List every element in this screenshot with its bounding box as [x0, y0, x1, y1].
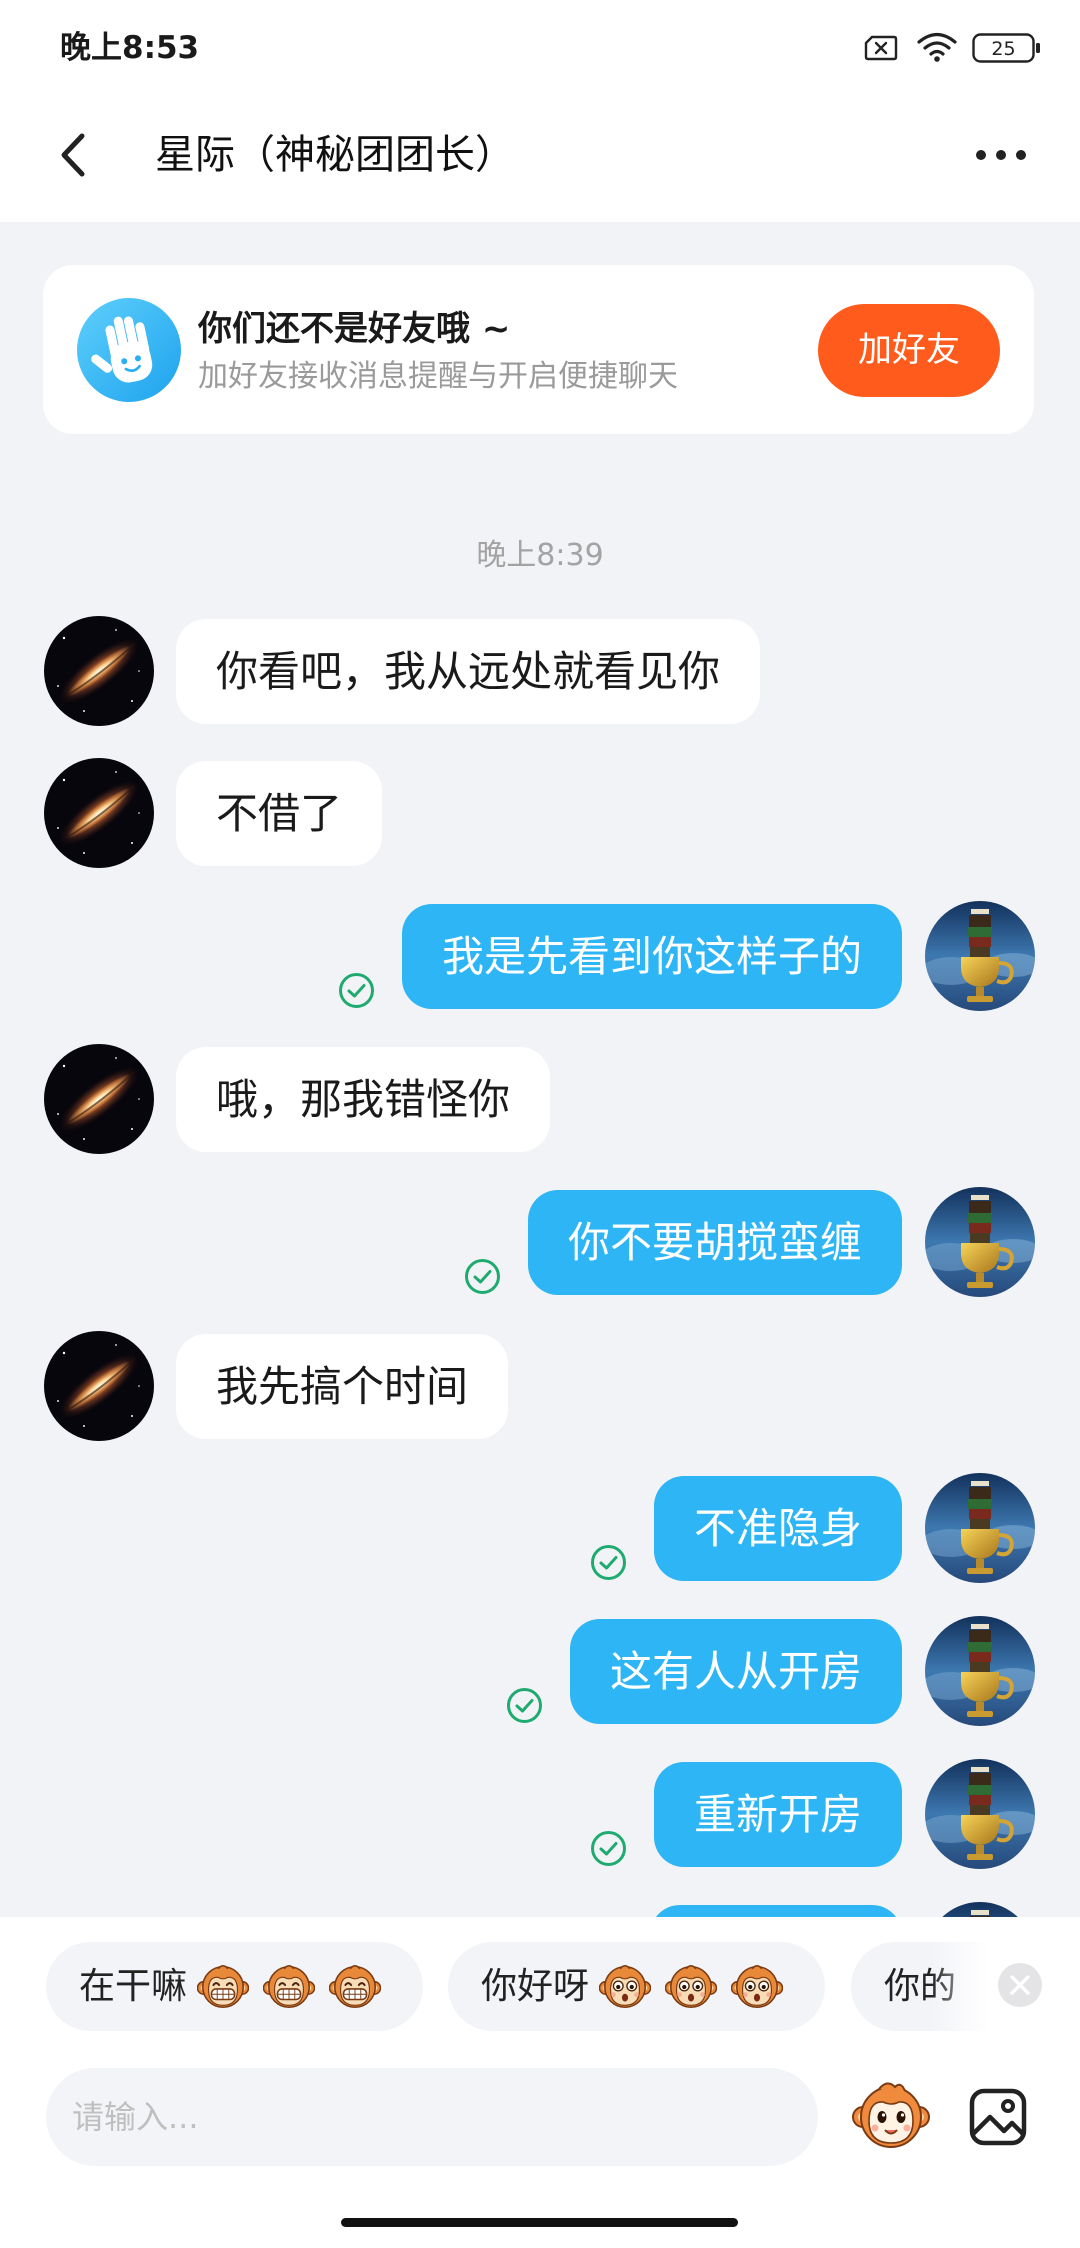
chevron-left-icon[interactable] [52, 130, 102, 180]
contact-avatar[interactable] [44, 616, 154, 726]
quick-reply-chip[interactable]: 你好呀 [448, 1942, 825, 2031]
status-time: 晚上8:53 [60, 30, 200, 66]
message-input[interactable] [72, 2068, 792, 2166]
message-bubble[interactable]: 不借了 [176, 761, 383, 866]
message-input-container [46, 2068, 818, 2166]
contact-avatar[interactable] [44, 758, 154, 868]
contact-avatar[interactable] [44, 1331, 154, 1441]
quick-reply-text: 你好呀 [481, 1965, 590, 2007]
banner-subtitle: 加好友接收消息提醒与开启便捷聊天 [198, 359, 678, 394]
grinning-monkey-icon [197, 1961, 249, 2013]
quick-reply-chip[interactable]: 在干嘛 [46, 1942, 423, 2031]
add-friend-button[interactable]: 加好友 [818, 304, 1000, 397]
wifi-icon [917, 32, 957, 62]
check-circle-icon [506, 1687, 543, 1724]
message-row-outgoing: 这有人从开房 [0, 1619, 1080, 1724]
message-row-incoming: 你看吧，我从远处就看见你 [0, 619, 1080, 724]
bottom-panel: 在干嘛 你好呀 你的 [0, 1917, 1080, 2248]
banner-title: 你们还不是好友哦 ~ [198, 309, 511, 349]
message-bubble[interactable]: 重新开房 [653, 1762, 902, 1867]
battery-level-text: 25 [991, 38, 1015, 60]
my-avatar[interactable] [925, 901, 1035, 1011]
monkey-sticker-icon[interactable] [851, 2077, 931, 2157]
message-row-outgoing: 我是先看到你这样子的 [0, 904, 1080, 1009]
message-row-incoming: 哦，那我错怪你 [0, 1047, 1080, 1152]
my-avatar[interactable] [925, 1473, 1035, 1583]
message-bubble[interactable]: 我是先看到你这样子的 [401, 904, 902, 1009]
add-friend-banner: 你们还不是好友哦 ~ 加好友接收消息提醒与开启便捷聊天 加好友 [43, 265, 1034, 434]
surprised-monkey-icon [731, 1961, 783, 2013]
contact-avatar[interactable] [44, 1044, 154, 1154]
message-bubble[interactable]: 哦，那我错怪你 [176, 1047, 551, 1152]
message-row-outgoing: 重新开房 [0, 1762, 1080, 1867]
my-avatar[interactable] [925, 1616, 1035, 1726]
more-horizontal-icon[interactable] [970, 140, 1032, 170]
check-circle-icon [338, 972, 375, 1009]
check-circle-icon [590, 1544, 627, 1581]
message-row-incoming: 我先搞个时间 [0, 1334, 1080, 1439]
grinning-monkey-icon [329, 1961, 381, 2013]
waving-hand-icon [77, 298, 181, 402]
close-circle-icon[interactable] [997, 1962, 1043, 2008]
message-timestamp: 晚上8:39 [476, 538, 604, 573]
surprised-monkey-icon [599, 1961, 651, 2013]
home-indicator[interactable] [341, 2218, 738, 2227]
grinning-monkey-icon [263, 1961, 315, 2013]
message-row-outgoing: 不准隐身 [0, 1476, 1080, 1581]
message-bubble[interactable]: 你看吧，我从远处就看见你 [176, 619, 761, 724]
sim-no-service-icon [864, 35, 898, 61]
message-row-outgoing: 你不要胡搅蛮缠 [0, 1190, 1080, 1295]
chip-fade-overlay [931, 1942, 991, 2031]
check-circle-icon [464, 1258, 501, 1295]
my-avatar[interactable] [925, 1187, 1035, 1297]
image-icon[interactable] [968, 2087, 1028, 2147]
battery-icon: 25 [972, 33, 1040, 63]
message-bubble[interactable]: 我先搞个时间 [176, 1334, 509, 1439]
message-bubble[interactable]: 这有人从开房 [569, 1619, 902, 1724]
quick-reply-text: 在干嘛 [79, 1965, 188, 2007]
message-bubble[interactable]: 不准隐身 [653, 1476, 902, 1581]
my-avatar[interactable] [925, 1759, 1035, 1869]
check-circle-icon [590, 1830, 627, 1867]
top-bar: 晚上8:53 25 星际（神秘团团长） [0, 0, 1080, 222]
message-row-incoming: 不借了 [0, 761, 1080, 866]
page-title: 星际（神秘团团长） [155, 132, 515, 178]
surprised-monkey-icon [665, 1961, 717, 2013]
message-bubble[interactable]: 你不要胡搅蛮缠 [527, 1190, 902, 1295]
